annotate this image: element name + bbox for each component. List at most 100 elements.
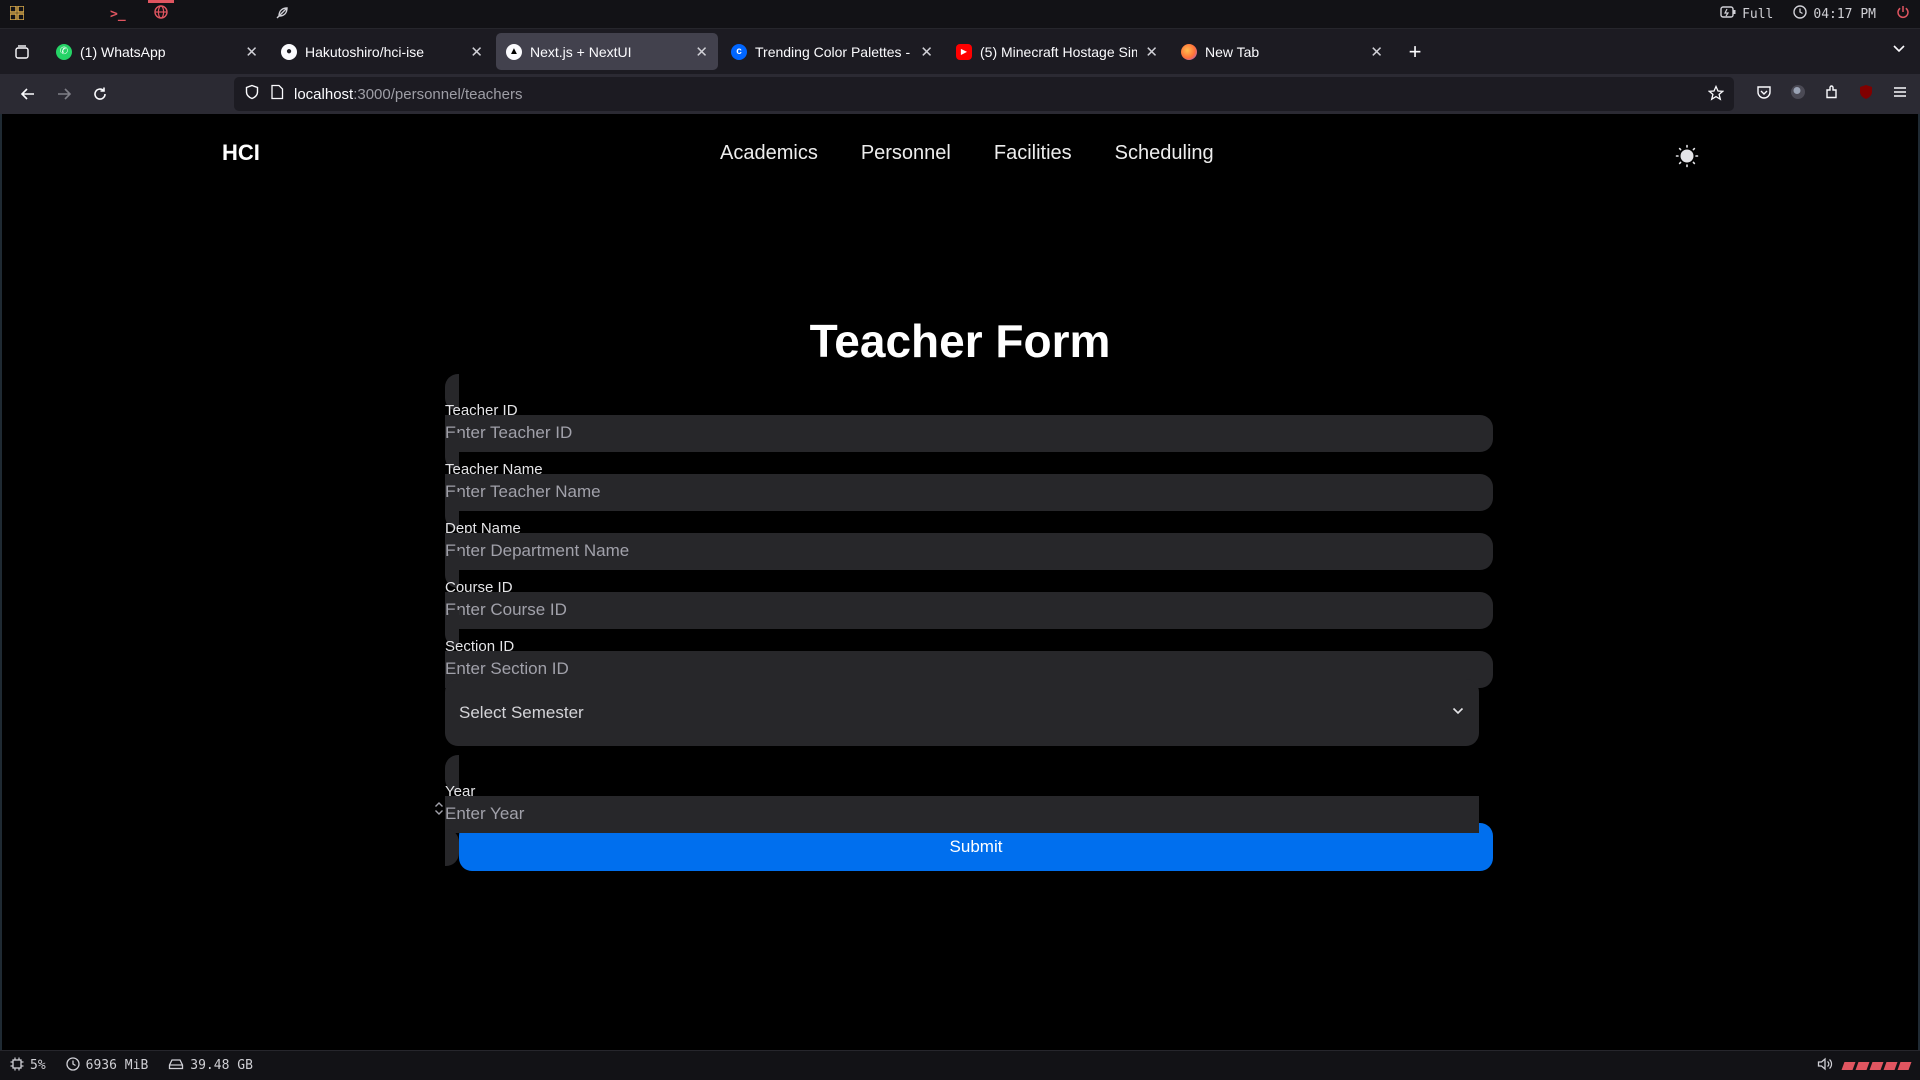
battery-mode: Full <box>1742 6 1774 22</box>
url-path: :3000/personnel/teachers <box>353 85 523 103</box>
memory-value: 6936 MiB <box>85 1058 149 1073</box>
tab-new-tab[interactable]: New Tab ✕ <box>1171 33 1393 70</box>
teacher-name-label: Teacher Name <box>445 461 543 478</box>
app-grid-icon[interactable] <box>9 4 25 23</box>
disk-value: 39.48 GB <box>190 1058 253 1073</box>
arrow-left-icon <box>20 88 34 100</box>
nextjs-icon: ▲ <box>506 43 522 60</box>
tab-whatsapp[interactable]: ✆ (1) WhatsApp ✕ <box>46 33 268 70</box>
clock: 04:17 PM <box>1793 5 1876 23</box>
reload-icon <box>94 87 106 100</box>
tab-youtube[interactable]: ▶ (5) Minecraft Hostage Simu ✕ <box>946 33 1168 70</box>
browser-nav-bar: localhost:3000/personnel/teachers <box>0 74 1920 114</box>
github-icon: ● <box>281 43 297 60</box>
terminal-icon[interactable]: >_ <box>110 8 126 21</box>
close-icon[interactable]: ✕ <box>1370 43 1383 61</box>
disk-icon <box>168 1058 184 1074</box>
sun-icon <box>1675 144 1699 168</box>
battery-status: Full <box>1720 6 1773 22</box>
feather-icon[interactable] <box>274 5 290 24</box>
volume-control[interactable] <box>1817 1057 1912 1075</box>
close-icon[interactable]: ✕ <box>695 43 708 61</box>
battery-icon <box>1720 6 1736 22</box>
dept-name-label: Dept Name <box>445 520 521 537</box>
workspace-browser[interactable] <box>144 0 178 28</box>
course-id-input[interactable] <box>445 600 1479 620</box>
year-label: Year <box>445 783 476 800</box>
close-icon[interactable]: ✕ <box>470 43 483 61</box>
clock-icon <box>1793 5 1808 23</box>
power-icon[interactable] <box>1896 5 1910 23</box>
whatsapp-icon: ✆ <box>56 43 72 60</box>
tab-title: Trending Color Palettes - C <box>755 43 913 60</box>
semester-select[interactable]: Select Semester <box>445 679 1479 746</box>
chevron-down-icon[interactable] <box>1892 41 1906 60</box>
number-stepper-icon[interactable] <box>433 799 445 822</box>
dept-name-input[interactable] <box>445 541 1479 561</box>
account-avatar-icon[interactable] <box>1790 84 1806 105</box>
year-input[interactable] <box>445 804 1479 824</box>
ublock-icon[interactable] <box>1858 84 1874 105</box>
url-text: localhost:3000/personnel/teachers <box>294 86 523 103</box>
shield-icon[interactable] <box>244 84 260 104</box>
nav-link-personnel[interactable]: Personnel <box>861 142 951 165</box>
new-tab-button[interactable]: + <box>1400 37 1430 67</box>
tab-title: (1) WhatsApp <box>80 43 166 60</box>
url-host: localhost <box>294 85 354 103</box>
tab-title: Hakutoshiro/hci-ise <box>305 43 425 60</box>
theme-toggle-button[interactable] <box>1673 142 1701 170</box>
cpu-value: 5% <box>30 1058 46 1073</box>
arrow-right-icon <box>58 88 72 100</box>
plus-icon: + <box>1408 38 1422 64</box>
close-icon[interactable]: ✕ <box>920 43 933 61</box>
tab-title: Next.js + NextUI <box>530 43 632 60</box>
toolbar-icons <box>1756 78 1908 110</box>
form-title: Teacher Form <box>809 315 1111 367</box>
chevron-down-icon <box>1451 703 1465 722</box>
system-top-bar: >_ Full 04:17 PM <box>0 0 1920 29</box>
disk-status: 39.48 GB <box>168 1058 253 1074</box>
section-id-label: Section ID <box>445 638 515 655</box>
teacher-id-input[interactable] <box>445 423 1479 443</box>
memory-icon <box>66 1056 80 1075</box>
tab-github[interactable]: ● Hakutoshiro/hci-ise ✕ <box>271 33 493 70</box>
nav-link-facilities[interactable]: Facilities <box>994 142 1072 165</box>
page-info-icon[interactable] <box>270 84 284 104</box>
tab-nextjs[interactable]: ▲ Next.js + NextUI ✕ <box>496 33 718 70</box>
semester-select-value: Select Semester <box>459 702 584 722</box>
tab-list-button[interactable] <box>8 38 36 66</box>
browser-tab-bar: ✆ (1) WhatsApp ✕ ● Hakutoshiro/hci-ise ✕… <box>0 29 1920 74</box>
tab-list-icon <box>15 44 29 59</box>
globe-icon <box>153 5 168 23</box>
address-bar[interactable]: localhost:3000/personnel/teachers <box>234 77 1734 111</box>
cpu-status: 5% <box>10 1057 46 1075</box>
back-button[interactable] <box>12 78 44 110</box>
cpu-icon <box>10 1057 24 1075</box>
firefox-icon <box>1181 43 1197 60</box>
nav-links: Academics Personnel Facilities Schedulin… <box>720 142 1214 165</box>
nav-link-academics[interactable]: Academics <box>720 142 818 165</box>
reload-button[interactable] <box>84 78 116 110</box>
close-icon[interactable]: ✕ <box>1145 43 1158 61</box>
brand-logo[interactable]: HCI <box>222 140 260 166</box>
nav-link-scheduling[interactable]: Scheduling <box>1115 142 1214 165</box>
pocket-icon[interactable] <box>1756 84 1772 105</box>
extensions-icon[interactable] <box>1824 84 1840 105</box>
tab-title: (5) Minecraft Hostage Simu <box>980 43 1138 60</box>
speaker-icon <box>1817 1057 1833 1075</box>
system-bottom-bar: 5% 6936 MiB 39.48 GB <box>0 1050 1920 1080</box>
clock-time: 04:17 PM <box>1813 6 1876 22</box>
teacher-id-label: Teacher ID <box>445 402 518 419</box>
forward-button[interactable] <box>48 78 80 110</box>
page-viewport: HCI Academics Personnel Facilities Sched… <box>0 114 1920 1050</box>
section-id-input[interactable] <box>445 659 1479 679</box>
bookmark-star-icon[interactable] <box>1707 84 1725 105</box>
menu-icon[interactable] <box>1892 84 1908 105</box>
course-id-label: Course ID <box>445 579 513 596</box>
teacher-id-field[interactable]: Teacher ID <box>445 374 1493 452</box>
teacher-name-input[interactable] <box>445 482 1479 502</box>
tab-coolors[interactable]: c Trending Color Palettes - C ✕ <box>721 33 943 70</box>
close-icon[interactable]: ✕ <box>245 43 258 61</box>
youtube-icon: ▶ <box>956 43 972 60</box>
tab-title: New Tab <box>1205 43 1260 60</box>
